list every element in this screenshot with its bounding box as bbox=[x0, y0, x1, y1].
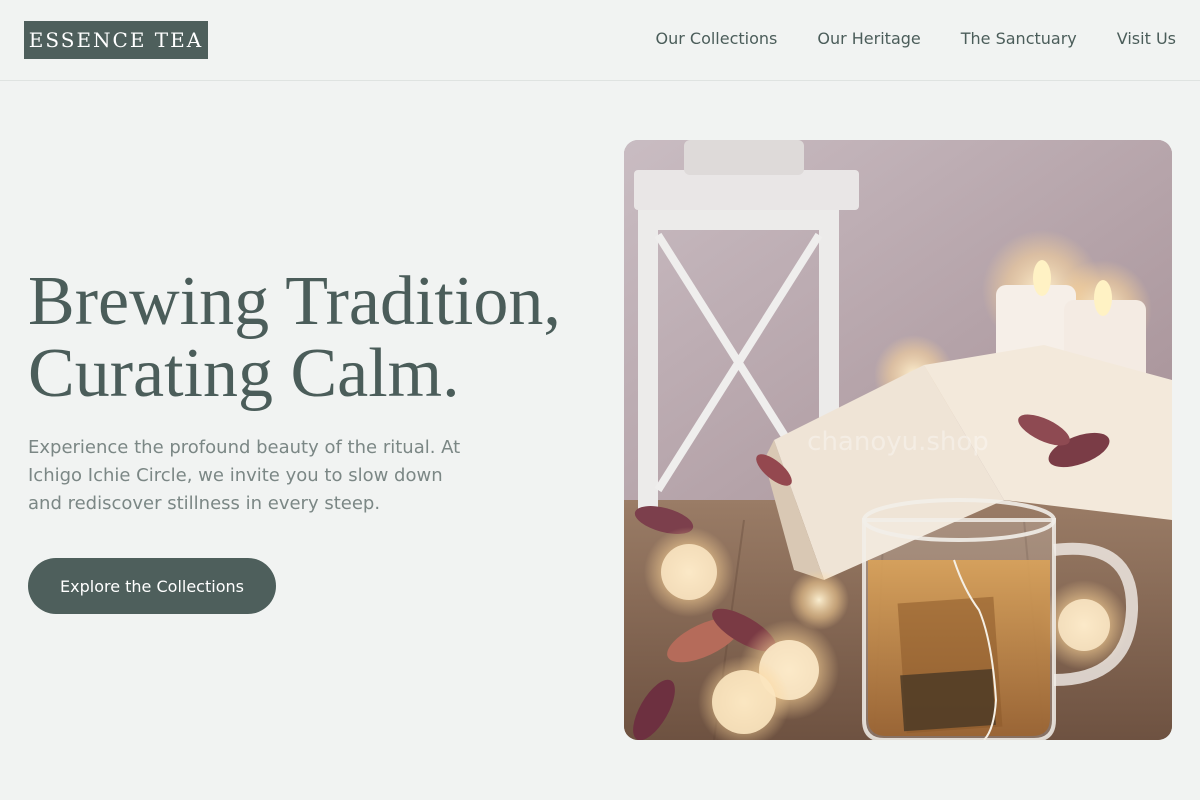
hero-description: Experience the profound beauty of the ri… bbox=[28, 437, 461, 514]
brand-logo[interactable]: ESSENCE TEA bbox=[24, 21, 208, 59]
hero-title: Brewing Tradition, Curating Calm. bbox=[28, 266, 608, 410]
site-header: ESSENCE TEA Our Collections Our Heritage… bbox=[0, 0, 1200, 81]
main-nav: Our Collections Our Heritage The Sanctua… bbox=[656, 29, 1177, 49]
hero-image: chanoyu.shop bbox=[624, 140, 1172, 740]
hero-title-line-1: Brewing Tradition, bbox=[28, 263, 561, 340]
image-watermark: chanoyu.shop bbox=[807, 427, 989, 457]
nav-item-our-heritage[interactable]: Our Heritage bbox=[817, 29, 920, 49]
hero-title-line-2: Curating Calm. bbox=[28, 335, 460, 412]
explore-collections-button[interactable]: Explore the Collections bbox=[28, 558, 276, 614]
tea-scene-illustration: chanoyu.shop bbox=[624, 140, 1172, 740]
nav-item-our-collections[interactable]: Our Collections bbox=[656, 29, 778, 49]
nav-item-visit-us[interactable]: Visit Us bbox=[1117, 29, 1176, 49]
nav-item-the-sanctuary[interactable]: The Sanctuary bbox=[961, 29, 1077, 49]
